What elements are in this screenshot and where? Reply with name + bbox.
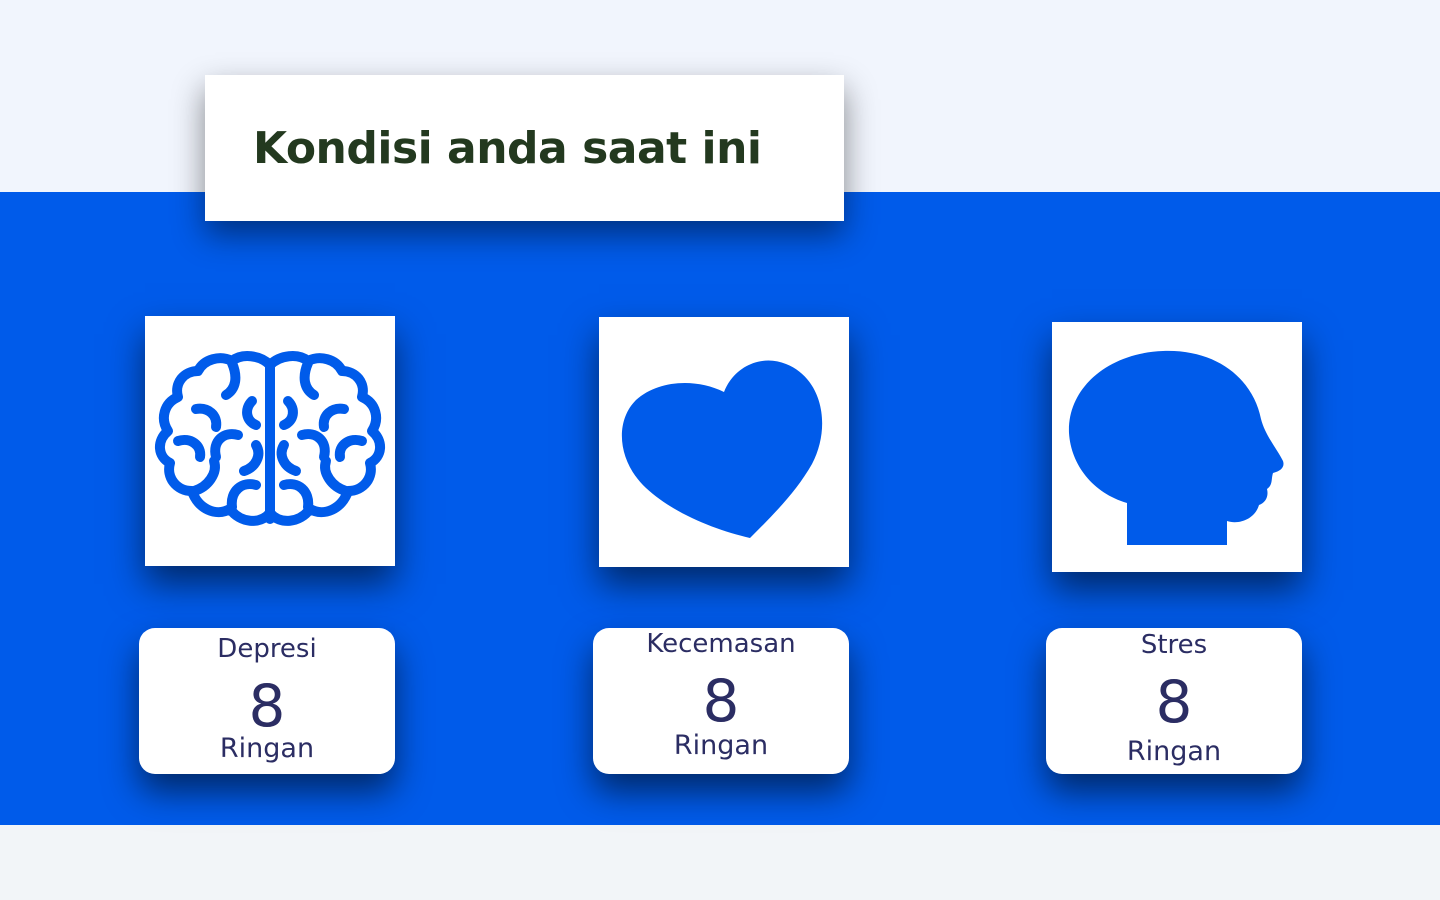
stres-icon-card [1052,322,1302,572]
head-icon [1068,350,1284,545]
kecemasan-info-card: Kecemasan 8 Ringan [593,628,849,774]
card-level: Ringan [673,730,769,761]
card-level: Ringan [219,733,315,764]
title-card: Kondisi anda saat ini [205,75,844,221]
card-label: Stres [1140,630,1208,660]
card-label: Kecemasan [646,629,796,659]
depresi-info-card: Depresi 8 Ringan [139,628,395,774]
card-score: 8 [248,672,286,740]
brain-icon [155,351,385,526]
depresi-icon-card [145,316,395,566]
bottom-background [0,825,1440,900]
stres-info-card: Stres 8 Ringan [1046,628,1302,774]
card-score: 8 [1155,668,1193,736]
card-score: 8 [702,667,740,735]
card-level: Ringan [1126,736,1222,767]
card-label: Depresi [217,634,317,664]
page-title: Kondisi anda saat ini [253,122,762,174]
kecemasan-icon-card [599,317,849,567]
heart-icon [621,360,823,538]
